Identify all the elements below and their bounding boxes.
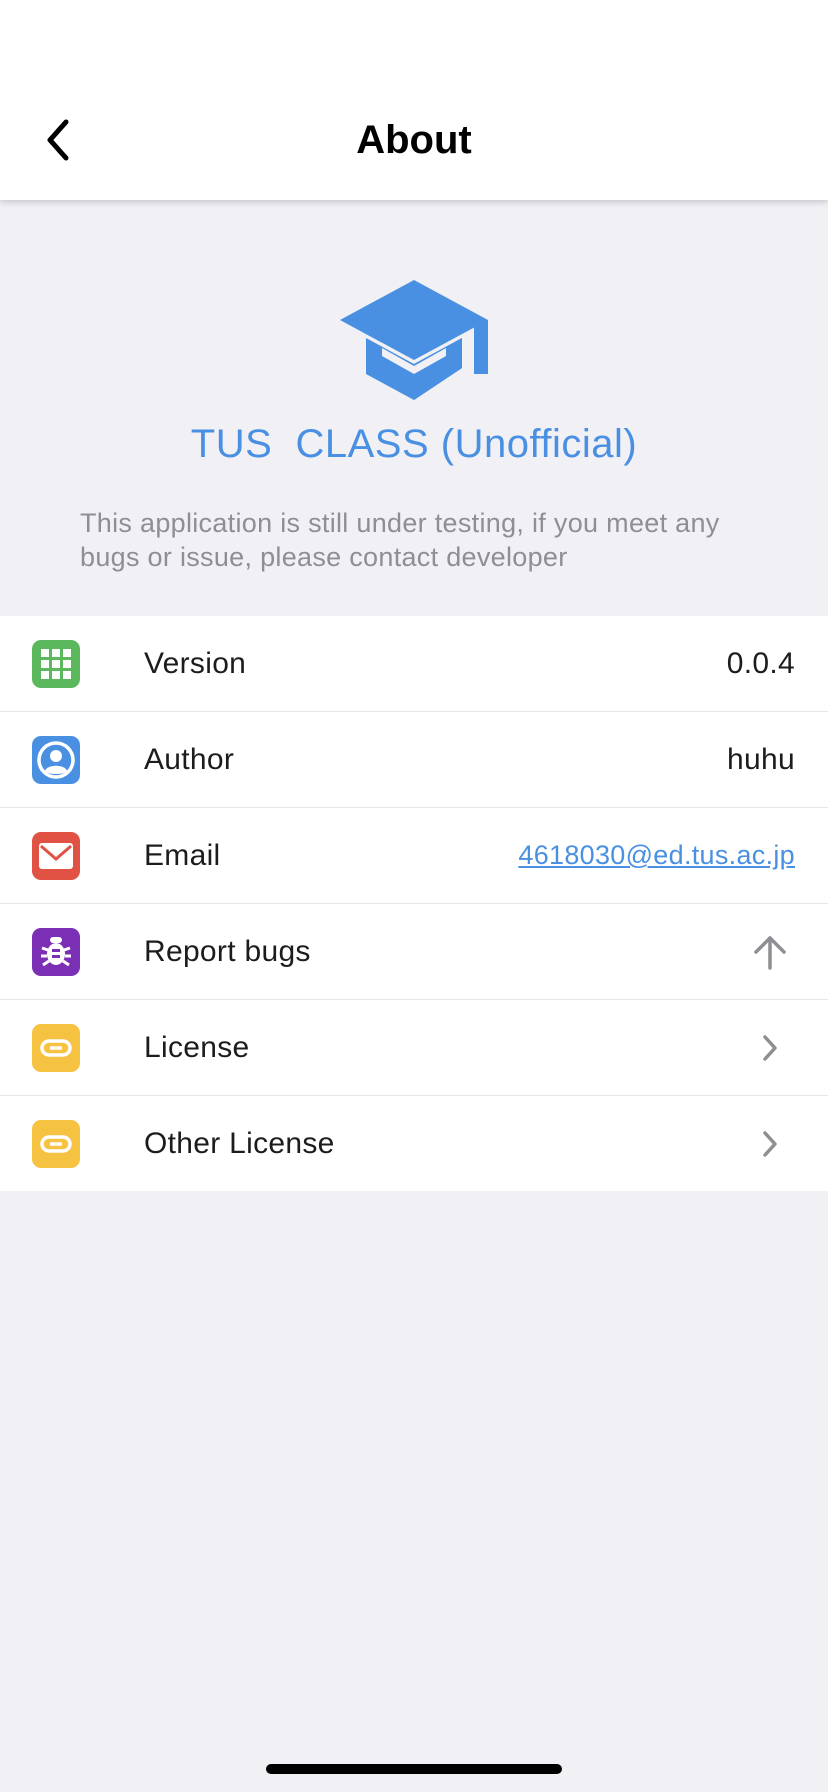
app-description: This application is still under testing,… [80,508,720,572]
app-info-header: TUS CLASS (Unofficial) This application … [0,200,828,616]
arrow-up-icon [752,934,788,970]
author-value: huhu [727,743,795,776]
version-value: 0.0.4 [726,647,795,680]
license-row[interactable]: License [0,1000,828,1096]
about-list: Version 0.0.4 Author huhu Email 4618030@… [0,616,828,1191]
link-icon [32,1120,80,1168]
license-label: License [144,1031,250,1064]
mail-icon [32,832,80,880]
report-bugs-row[interactable]: Report bugs [0,904,828,1000]
version-row: Version 0.0.4 [0,616,828,712]
author-row: Author huhu [0,712,828,808]
graduation-cap-icon [340,280,488,400]
link-icon [32,1024,80,1072]
author-label: Author [144,743,235,776]
app-name: TUS CLASS (Unofficial) [190,422,638,466]
other-license-row[interactable]: Other License [0,1096,828,1191]
bug-icon [32,928,80,976]
email-label: Email [144,839,221,872]
grid-icon [32,640,80,688]
email-link[interactable]: 4618030@ed.tus.ac.jp [518,808,795,903]
version-label: Version [144,647,247,680]
navigation-bar: About [0,0,828,200]
home-indicator[interactable] [266,1764,562,1774]
user-icon [32,736,80,784]
page-title: About [356,118,472,162]
other-license-label: Other License [144,1127,335,1160]
email-row: Email 4618030@ed.tus.ac.jp [0,808,828,904]
report-bugs-label: Report bugs [144,935,311,968]
chevron-right-icon [752,1030,788,1066]
chevron-right-icon [752,1126,788,1162]
